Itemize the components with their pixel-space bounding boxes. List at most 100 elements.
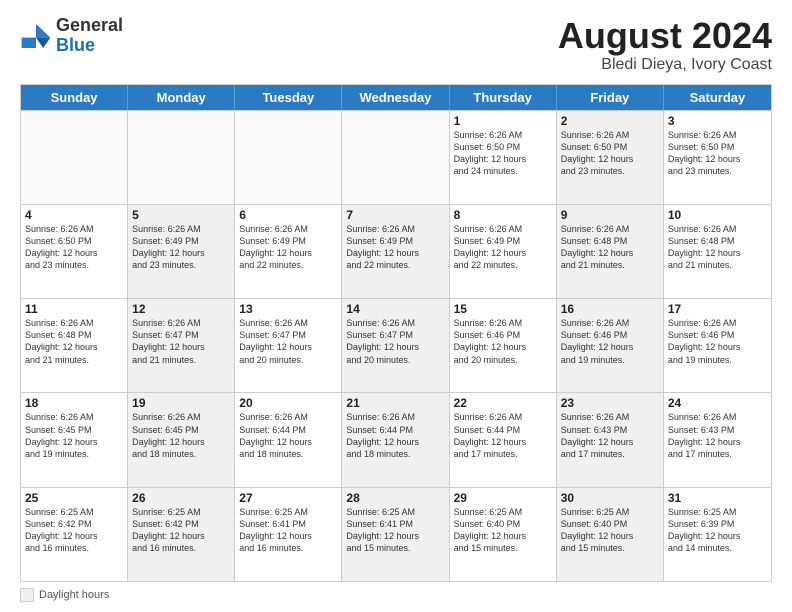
cal-cell: 11Sunrise: 6:26 AM Sunset: 6:48 PM Dayli… bbox=[21, 299, 128, 392]
day-info: Sunrise: 6:26 AM Sunset: 6:45 PM Dayligh… bbox=[132, 411, 230, 460]
day-number: 6 bbox=[239, 208, 337, 222]
cal-header-day: Monday bbox=[128, 85, 235, 110]
logo: General Blue bbox=[20, 16, 123, 56]
cal-cell: 4Sunrise: 6:26 AM Sunset: 6:50 PM Daylig… bbox=[21, 205, 128, 298]
cal-header-day: Wednesday bbox=[342, 85, 449, 110]
cal-week-row: 18Sunrise: 6:26 AM Sunset: 6:45 PM Dayli… bbox=[21, 392, 771, 486]
legend-label: Daylight hours bbox=[39, 589, 109, 601]
day-number: 22 bbox=[454, 396, 552, 410]
logo-icon bbox=[20, 20, 52, 52]
day-number: 20 bbox=[239, 396, 337, 410]
day-number: 18 bbox=[25, 396, 123, 410]
day-number: 12 bbox=[132, 302, 230, 316]
day-number: 27 bbox=[239, 491, 337, 505]
cal-cell: 27Sunrise: 6:25 AM Sunset: 6:41 PM Dayli… bbox=[235, 488, 342, 581]
cal-cell: 30Sunrise: 6:25 AM Sunset: 6:40 PM Dayli… bbox=[557, 488, 664, 581]
cal-cell: 20Sunrise: 6:26 AM Sunset: 6:44 PM Dayli… bbox=[235, 393, 342, 486]
day-number: 16 bbox=[561, 302, 659, 316]
main-title: August 2024 bbox=[558, 16, 772, 56]
cal-cell: 14Sunrise: 6:26 AM Sunset: 6:47 PM Dayli… bbox=[342, 299, 449, 392]
logo-general: General bbox=[56, 16, 123, 36]
day-info: Sunrise: 6:26 AM Sunset: 6:46 PM Dayligh… bbox=[454, 317, 552, 366]
day-number: 4 bbox=[25, 208, 123, 222]
day-info: Sunrise: 6:26 AM Sunset: 6:50 PM Dayligh… bbox=[561, 129, 659, 178]
cal-header-day: Tuesday bbox=[235, 85, 342, 110]
day-number: 25 bbox=[25, 491, 123, 505]
day-info: Sunrise: 6:26 AM Sunset: 6:49 PM Dayligh… bbox=[454, 223, 552, 272]
day-info: Sunrise: 6:26 AM Sunset: 6:47 PM Dayligh… bbox=[132, 317, 230, 366]
cal-header-day: Friday bbox=[557, 85, 664, 110]
day-info: Sunrise: 6:26 AM Sunset: 6:44 PM Dayligh… bbox=[346, 411, 444, 460]
logo-blue: Blue bbox=[56, 36, 123, 56]
day-number: 13 bbox=[239, 302, 337, 316]
day-info: Sunrise: 6:26 AM Sunset: 6:47 PM Dayligh… bbox=[346, 317, 444, 366]
day-number: 7 bbox=[346, 208, 444, 222]
cal-cell: 21Sunrise: 6:26 AM Sunset: 6:44 PM Dayli… bbox=[342, 393, 449, 486]
day-info: Sunrise: 6:26 AM Sunset: 6:46 PM Dayligh… bbox=[561, 317, 659, 366]
day-info: Sunrise: 6:26 AM Sunset: 6:49 PM Dayligh… bbox=[132, 223, 230, 272]
day-info: Sunrise: 6:26 AM Sunset: 6:50 PM Dayligh… bbox=[454, 129, 552, 178]
day-number: 17 bbox=[668, 302, 767, 316]
day-number: 15 bbox=[454, 302, 552, 316]
day-number: 9 bbox=[561, 208, 659, 222]
cal-cell: 19Sunrise: 6:26 AM Sunset: 6:45 PM Dayli… bbox=[128, 393, 235, 486]
cal-cell: 31Sunrise: 6:25 AM Sunset: 6:39 PM Dayli… bbox=[664, 488, 771, 581]
day-info: Sunrise: 6:26 AM Sunset: 6:44 PM Dayligh… bbox=[454, 411, 552, 460]
day-info: Sunrise: 6:25 AM Sunset: 6:41 PM Dayligh… bbox=[239, 506, 337, 555]
cal-cell: 16Sunrise: 6:26 AM Sunset: 6:46 PM Dayli… bbox=[557, 299, 664, 392]
day-number: 28 bbox=[346, 491, 444, 505]
day-info: Sunrise: 6:26 AM Sunset: 6:48 PM Dayligh… bbox=[668, 223, 767, 272]
day-info: Sunrise: 6:26 AM Sunset: 6:48 PM Dayligh… bbox=[25, 317, 123, 366]
day-number: 30 bbox=[561, 491, 659, 505]
cal-cell: 5Sunrise: 6:26 AM Sunset: 6:49 PM Daylig… bbox=[128, 205, 235, 298]
cal-cell: 22Sunrise: 6:26 AM Sunset: 6:44 PM Dayli… bbox=[450, 393, 557, 486]
cal-cell: 24Sunrise: 6:26 AM Sunset: 6:43 PM Dayli… bbox=[664, 393, 771, 486]
day-info: Sunrise: 6:26 AM Sunset: 6:49 PM Dayligh… bbox=[239, 223, 337, 272]
cal-cell: 10Sunrise: 6:26 AM Sunset: 6:48 PM Dayli… bbox=[664, 205, 771, 298]
day-info: Sunrise: 6:26 AM Sunset: 6:44 PM Dayligh… bbox=[239, 411, 337, 460]
cal-cell: 26Sunrise: 6:25 AM Sunset: 6:42 PM Dayli… bbox=[128, 488, 235, 581]
cal-cell: 8Sunrise: 6:26 AM Sunset: 6:49 PM Daylig… bbox=[450, 205, 557, 298]
day-info: Sunrise: 6:25 AM Sunset: 6:41 PM Dayligh… bbox=[346, 506, 444, 555]
day-info: Sunrise: 6:25 AM Sunset: 6:42 PM Dayligh… bbox=[25, 506, 123, 555]
cal-cell: 9Sunrise: 6:26 AM Sunset: 6:48 PM Daylig… bbox=[557, 205, 664, 298]
day-info: Sunrise: 6:26 AM Sunset: 6:43 PM Dayligh… bbox=[561, 411, 659, 460]
day-number: 21 bbox=[346, 396, 444, 410]
cal-cell bbox=[235, 111, 342, 204]
day-number: 23 bbox=[561, 396, 659, 410]
footer: Daylight hours bbox=[20, 588, 772, 602]
day-number: 10 bbox=[668, 208, 767, 222]
cal-cell: 28Sunrise: 6:25 AM Sunset: 6:41 PM Dayli… bbox=[342, 488, 449, 581]
day-info: Sunrise: 6:26 AM Sunset: 6:45 PM Dayligh… bbox=[25, 411, 123, 460]
cal-cell: 17Sunrise: 6:26 AM Sunset: 6:46 PM Dayli… bbox=[664, 299, 771, 392]
day-number: 29 bbox=[454, 491, 552, 505]
cal-cell: 18Sunrise: 6:26 AM Sunset: 6:45 PM Dayli… bbox=[21, 393, 128, 486]
title-area: August 2024 Bledi Dieya, Ivory Coast bbox=[558, 16, 772, 74]
cal-week-row: 4Sunrise: 6:26 AM Sunset: 6:50 PM Daylig… bbox=[21, 204, 771, 298]
cal-cell bbox=[342, 111, 449, 204]
day-number: 24 bbox=[668, 396, 767, 410]
calendar-body: 1Sunrise: 6:26 AM Sunset: 6:50 PM Daylig… bbox=[21, 110, 771, 581]
header: General Blue August 2024 Bledi Dieya, Iv… bbox=[20, 16, 772, 74]
legend-box bbox=[20, 588, 34, 602]
day-number: 2 bbox=[561, 114, 659, 128]
day-number: 19 bbox=[132, 396, 230, 410]
day-info: Sunrise: 6:26 AM Sunset: 6:48 PM Dayligh… bbox=[561, 223, 659, 272]
cal-cell bbox=[128, 111, 235, 204]
day-info: Sunrise: 6:26 AM Sunset: 6:49 PM Dayligh… bbox=[346, 223, 444, 272]
cal-week-row: 1Sunrise: 6:26 AM Sunset: 6:50 PM Daylig… bbox=[21, 110, 771, 204]
day-info: Sunrise: 6:26 AM Sunset: 6:47 PM Dayligh… bbox=[239, 317, 337, 366]
day-info: Sunrise: 6:25 AM Sunset: 6:39 PM Dayligh… bbox=[668, 506, 767, 555]
day-info: Sunrise: 6:26 AM Sunset: 6:50 PM Dayligh… bbox=[668, 129, 767, 178]
day-number: 5 bbox=[132, 208, 230, 222]
day-number: 3 bbox=[668, 114, 767, 128]
day-info: Sunrise: 6:25 AM Sunset: 6:40 PM Dayligh… bbox=[454, 506, 552, 555]
day-number: 31 bbox=[668, 491, 767, 505]
cal-week-row: 25Sunrise: 6:25 AM Sunset: 6:42 PM Dayli… bbox=[21, 487, 771, 581]
cal-cell: 1Sunrise: 6:26 AM Sunset: 6:50 PM Daylig… bbox=[450, 111, 557, 204]
cal-cell: 23Sunrise: 6:26 AM Sunset: 6:43 PM Dayli… bbox=[557, 393, 664, 486]
cal-cell bbox=[21, 111, 128, 204]
page: General Blue August 2024 Bledi Dieya, Iv… bbox=[0, 0, 792, 612]
day-info: Sunrise: 6:26 AM Sunset: 6:46 PM Dayligh… bbox=[668, 317, 767, 366]
day-info: Sunrise: 6:26 AM Sunset: 6:50 PM Dayligh… bbox=[25, 223, 123, 272]
